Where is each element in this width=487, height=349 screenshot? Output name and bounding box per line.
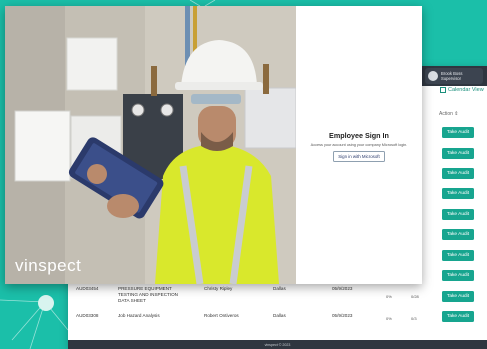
audit-title: PRESSURE EQUIPMENT TESTING AND INSPECTIO… <box>118 286 178 303</box>
progress-count: 0/3 <box>411 316 417 321</box>
take-audit-button[interactable]: Take Audit <box>442 209 474 220</box>
action-column-header[interactable]: Action ⇕ <box>439 111 459 117</box>
calendar-view-label: Calendar View <box>448 87 484 93</box>
audit-location: Dallas <box>273 286 286 291</box>
footer: vinspect © 2023 <box>68 340 487 349</box>
sign-in-with-microsoft-button[interactable]: Sign in with Microsoft <box>333 151 385 162</box>
sort-icon: ⇕ <box>454 111 459 117</box>
user-menu[interactable]: Brook Boss Supervisor <box>425 68 483 84</box>
audit-assignee: Robert Ontiveros <box>204 313 239 318</box>
audit-id: AUD03308 <box>76 313 99 318</box>
take-audit-button[interactable]: Take Audit <box>442 291 474 302</box>
take-audit-button[interactable]: Take Audit <box>442 168 474 179</box>
avatar <box>428 71 438 81</box>
audit-title: Job Hazard Analysis <box>118 313 160 318</box>
deco-dot <box>38 295 54 311</box>
audit-id: AUD03454 <box>76 286 99 291</box>
progress-percent: 0% <box>386 316 392 321</box>
vinspect-logo: vinspect <box>15 256 82 275</box>
signin-subtitle: Access your account using your company M… <box>310 143 408 147</box>
progress-percent: 0% <box>386 294 392 299</box>
take-audit-button[interactable]: Take Audit <box>442 311 474 322</box>
hero-photo: vinspect <box>5 6 296 284</box>
take-audit-button[interactable]: Take Audit <box>442 250 474 261</box>
take-audit-button[interactable]: Take Audit <box>442 127 474 138</box>
signin-panel: Employee Sign In Access your account usi… <box>296 6 422 284</box>
take-audit-button[interactable]: Take Audit <box>442 229 474 240</box>
audit-date: 05/9/2023 <box>332 313 353 318</box>
calendar-view-link[interactable]: Calendar View <box>440 87 484 93</box>
progress-count: 0/28 <box>411 294 419 299</box>
take-audit-button[interactable]: Take Audit <box>442 270 474 281</box>
signin-title: Employee Sign In <box>329 131 389 140</box>
calendar-icon <box>440 87 446 93</box>
take-audit-button[interactable]: Take Audit <box>442 148 474 159</box>
signin-window: vinspect Employee Sign In Access your ac… <box>5 6 422 284</box>
user-role: Supervisor <box>441 76 462 81</box>
take-audit-button[interactable]: Take Audit <box>442 188 474 199</box>
audit-assignee: Christy Ripley <box>204 286 233 291</box>
audit-date: 05/9/2023 <box>332 286 353 291</box>
audit-location: Dallas <box>273 313 286 318</box>
